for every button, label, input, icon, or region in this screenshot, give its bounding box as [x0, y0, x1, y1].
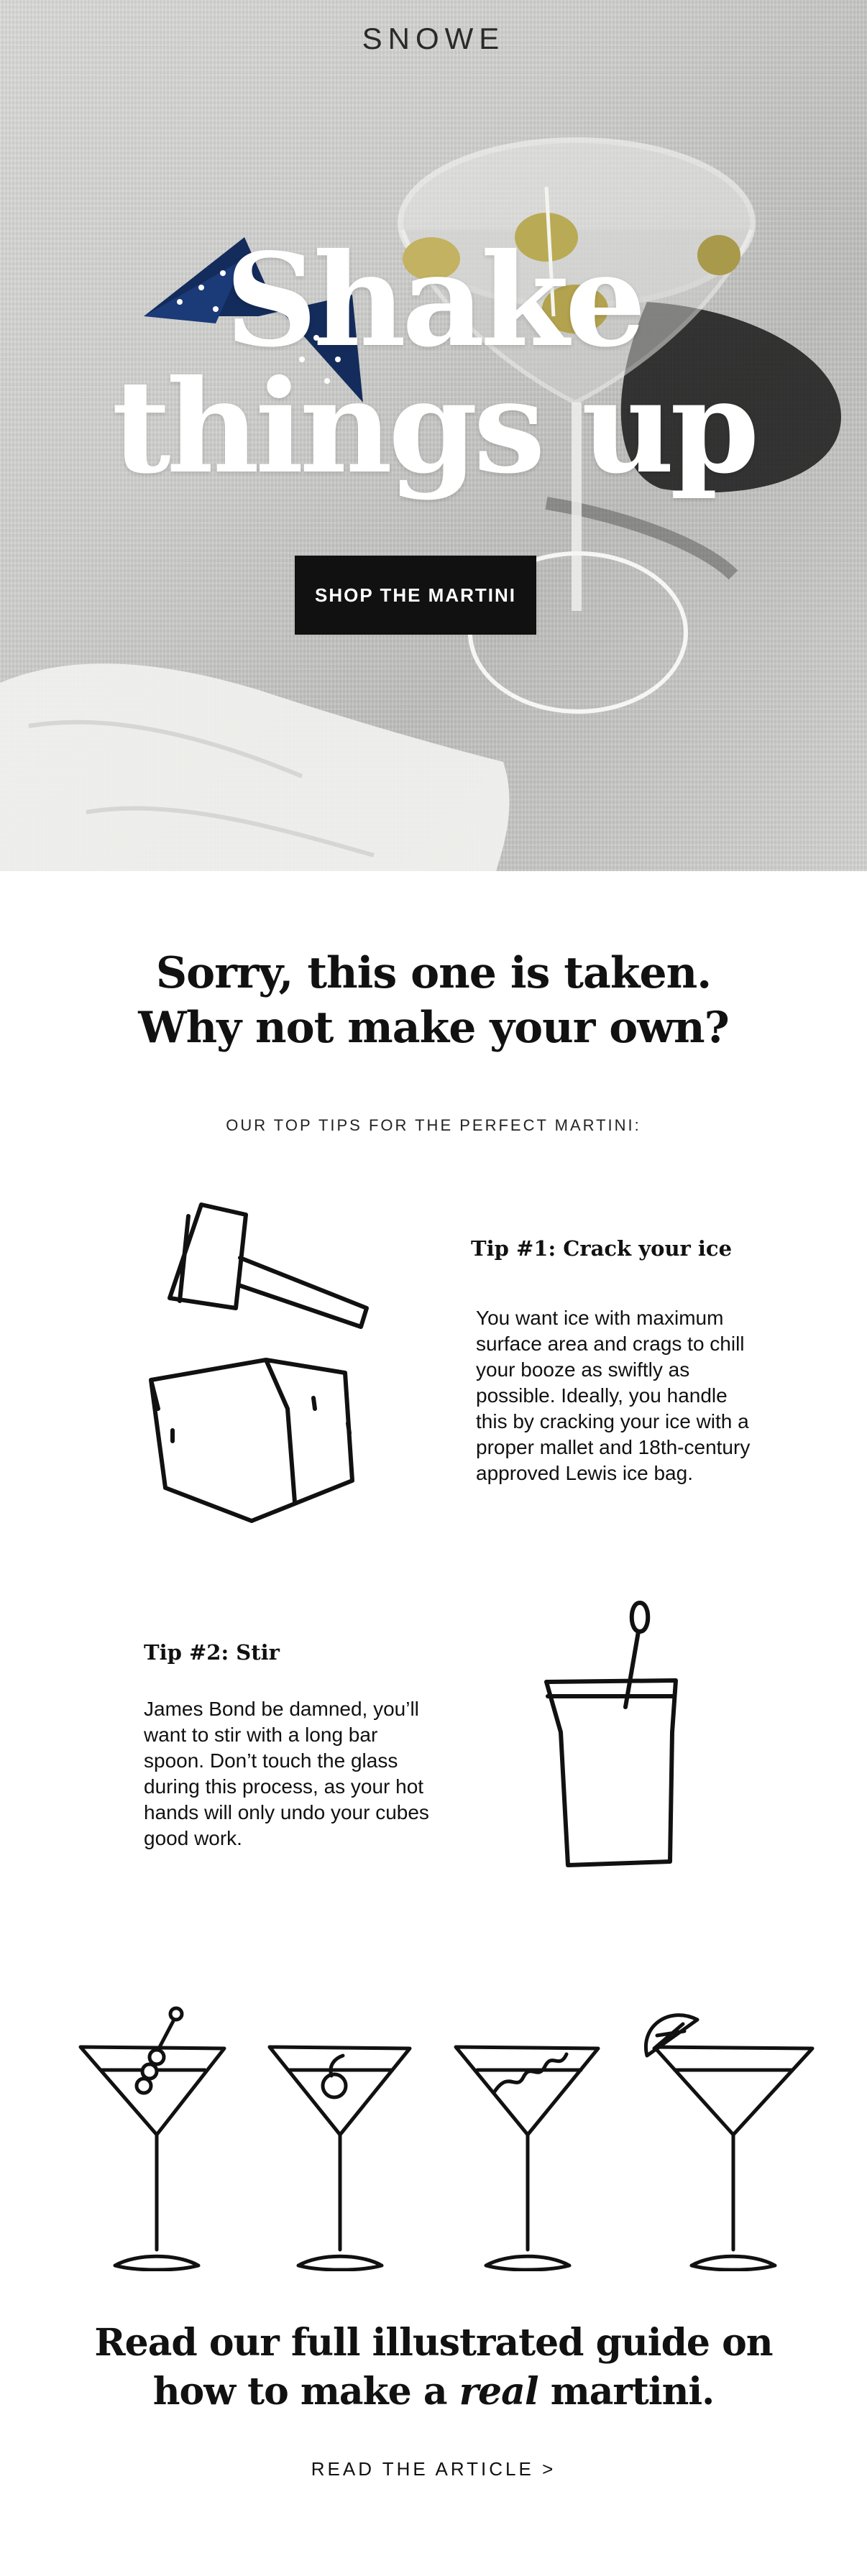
tip1-line: surface area and crags to chill — [476, 1333, 745, 1355]
hero-banner: SNOWE Shake things up SHOP THE MARTINI — [0, 0, 867, 871]
guide-line2-after: martini. — [538, 2370, 715, 2414]
mixing-glass-spoon-icon — [544, 1601, 678, 1867]
tip2-line: good work. — [144, 1827, 242, 1849]
martini-olive-icon — [78, 2006, 226, 2271]
tip1-heading: Tip #1: Crack your ice — [471, 1236, 733, 1261]
guide-line1: Read our full illustrated guide on — [94, 2321, 773, 2365]
read-the-article-link[interactable]: READ THE ARTICLE > — [0, 2458, 867, 2480]
intro-heading-line1: Sorry, this one is taken. — [155, 948, 712, 998]
tip1-line: approved Lewis ice bag. — [476, 1462, 693, 1484]
hero-title: Shake things up — [0, 225, 867, 502]
hero-title-line2: things up — [111, 351, 759, 502]
hero-title-line1: Shake — [225, 225, 646, 375]
ice-cube-icon — [149, 1358, 354, 1523]
tip2-line: during this process, as your hot — [144, 1775, 424, 1798]
tip1-line: proper mallet and 18th-century — [476, 1436, 751, 1458]
tip1-line: this by cracking your ice with a — [476, 1410, 749, 1432]
tip2-line: hands will only undo your cubes — [144, 1801, 429, 1823]
tip2-line: James Bond be damned, you’ll — [144, 1698, 419, 1720]
guide-heading: Read our full illustrated guide on how t… — [0, 2319, 867, 2416]
tip1-line: possible. Ideally, you handle — [476, 1384, 728, 1407]
tip2-heading: Tip #2: Stir — [144, 1640, 280, 1665]
martini-cherry-icon — [267, 2045, 412, 2271]
intro-heading: Sorry, this one is taken. Why not make y… — [0, 946, 867, 1055]
tip2-body: James Bond be damned, you’ll want to sti… — [144, 1696, 429, 1852]
tip1-body: You want ice with maximum surface area a… — [476, 1305, 750, 1486]
intro-heading-line2: Why not make your own? — [138, 1003, 729, 1053]
tip2-line: spoon. Don’t touch the glass — [144, 1749, 398, 1772]
guide-line2-emphasis: real — [459, 2370, 539, 2414]
mallet-icon — [168, 1202, 369, 1329]
martini-glasses-illustration — [78, 2006, 815, 2271]
tips-label: OUR TOP TIPS FOR THE PERFECT MARTINI: — [226, 1116, 641, 1134]
guide-line2-before: how to make a — [152, 2370, 459, 2414]
tip1-line: your booze as swiftly as — [476, 1358, 690, 1381]
guide-line2: how to make a real martini. — [0, 2368, 867, 2416]
shop-the-martini-button[interactable]: SHOP THE MARTINI — [295, 556, 536, 635]
brand-logo[interactable]: SNOWE — [0, 22, 867, 56]
mallet-and-ice-illustration — [149, 1202, 369, 1523]
tip2-line: want to stir with a long bar — [144, 1724, 378, 1746]
martini-twist-icon — [454, 2045, 600, 2271]
tip1-line: You want ice with maximum — [476, 1307, 724, 1329]
martini-lemon-icon — [644, 2013, 815, 2271]
